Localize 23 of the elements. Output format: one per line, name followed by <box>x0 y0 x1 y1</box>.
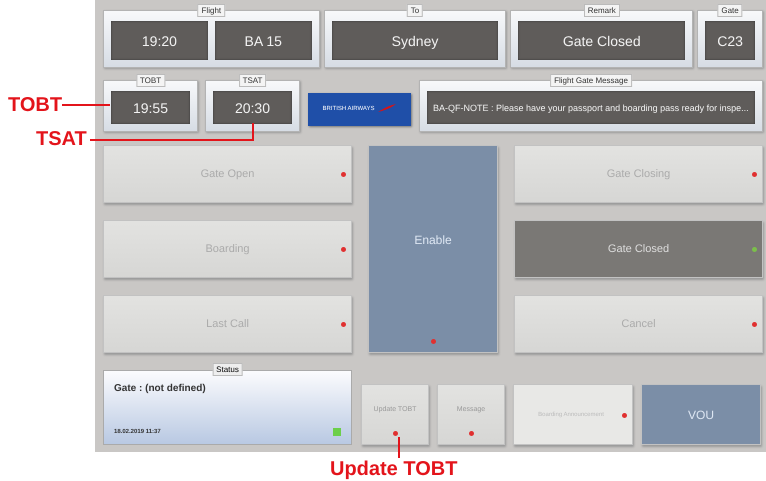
value-field: 19:20 <box>111 21 208 60</box>
gate-status-button[interactable]: Gate Closed <box>514 220 763 278</box>
value-field: Gate Closed <box>518 21 686 60</box>
value-field: C23 <box>705 21 756 60</box>
group-label: Flight Gate Message <box>550 74 632 87</box>
group-label: TOBT <box>136 74 166 87</box>
value-field: BA 15 <box>214 21 312 60</box>
enable-button[interactable]: Enable <box>368 145 498 353</box>
gate-status-text: Gate : (not defined) <box>114 383 207 394</box>
annotation-label: Update TOBT <box>330 458 458 480</box>
group-label: Flight <box>198 4 226 17</box>
value-field: BA-QF-NOTE : Please have your passport and boarding pass ready for inspe... <box>427 91 755 124</box>
annotation-label: TSAT <box>36 128 87 150</box>
annotation-label: TOBT <box>8 94 62 116</box>
status-label: Status <box>212 363 243 376</box>
group-label: To <box>406 4 424 17</box>
value-field: Sydney <box>332 21 498 60</box>
value-field: 19:55 <box>111 91 190 124</box>
group-label: TSAT <box>238 74 266 87</box>
value-field: 20:30 <box>213 91 292 124</box>
vou-button[interactable]: VOU <box>641 384 761 445</box>
group-label: Gate <box>717 4 743 17</box>
group-label: Remark <box>584 4 620 17</box>
